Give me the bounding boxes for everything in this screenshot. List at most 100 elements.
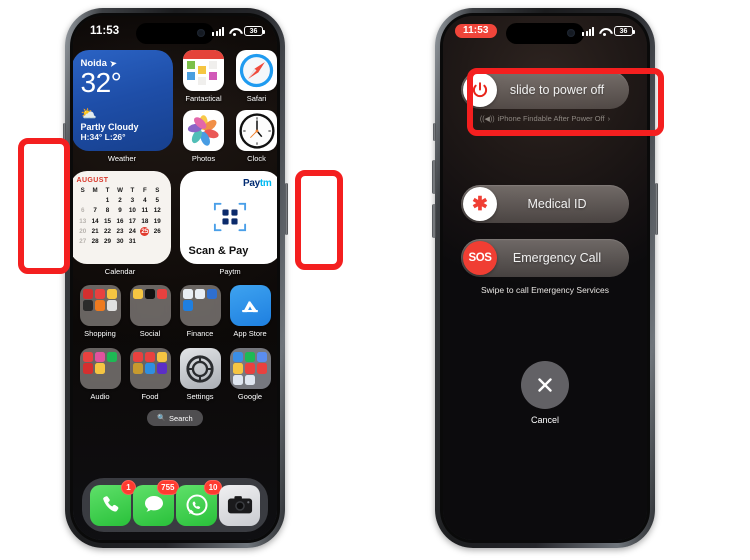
photos-icon [183, 110, 224, 151]
calendar-grid: S M T W T F S 1 2 3 4 5 6 7 8 9 10 11 12 13 14 15 16 17 18 19 20 21… [77, 186, 164, 247]
paytm-widget[interactable]: Paytm Scan & Pay [179, 171, 277, 264]
status-time-recording-pill: 11:53 [455, 23, 497, 39]
side-power-button[interactable] [284, 183, 288, 235]
calendar-day: 1 [105, 197, 110, 205]
calendar-day: 20 [79, 227, 87, 235]
settings-icon [179, 348, 221, 389]
cellular-signal-icon [212, 27, 224, 36]
calendar-day: 4 [143, 197, 147, 205]
calendar-day: 28 [91, 238, 99, 246]
calendar-day: 9 [118, 207, 122, 215]
sos-text: SOS [468, 252, 492, 264]
search-button[interactable]: 🔍 Search [147, 410, 203, 426]
calendar-day: 5 [155, 197, 160, 205]
calendar-day: 3 [130, 197, 135, 205]
partly-cloudy-icon: ⛅ [80, 106, 97, 122]
calendar-day [151, 237, 163, 247]
paytm-logo: Paytm [243, 178, 272, 189]
folder-food[interactable]: Food [129, 348, 171, 401]
calendar-day: 17 [128, 217, 136, 225]
power-menu: slide to power off ((◀)) iPhone Findable… [443, 16, 647, 540]
highlight-side-button [295, 170, 343, 270]
calendar-day [139, 237, 151, 247]
calendar-day: 7 [93, 207, 97, 215]
calendar-day: 23 [116, 227, 124, 235]
medical-id-slider[interactable]: ✱ Medical ID [461, 185, 629, 223]
calendar-day: 25 [139, 226, 151, 237]
app-label: Fantastical [185, 94, 222, 103]
silent-switch[interactable] [432, 123, 436, 141]
emergency-call-slider[interactable]: SOS Emergency Call [461, 239, 629, 277]
app-label: Settings [186, 392, 214, 401]
left-phone-frame: 11:53 36 Noida ➤ 32° ⛅ Partly Cloudy H:3… [62, 8, 288, 548]
app-settings[interactable]: Settings [179, 348, 221, 401]
folder-shopping[interactable]: Shopping [79, 285, 121, 338]
cancel-wrap: Cancel [461, 361, 629, 425]
medical-id-label: Medical ID [527, 197, 587, 211]
finance-folder-icon [179, 285, 221, 326]
app-store-icon [229, 285, 271, 326]
folder-audio[interactable]: Audio [79, 348, 121, 401]
weather-widget[interactable]: Noida ➤ 32° ⛅ Partly Cloudy H:34° L:26° [73, 50, 173, 151]
close-icon [538, 378, 552, 392]
wifi-icon [228, 27, 240, 36]
folder-finance[interactable]: Finance [179, 285, 221, 338]
volume-up-button[interactable] [62, 160, 66, 194]
app-safari[interactable]: Safari [235, 50, 277, 103]
app-app-store[interactable]: App Store [229, 285, 271, 338]
calendar-day [89, 196, 101, 206]
right-status-bar: 11:53 36 [443, 16, 647, 42]
app-fantastical[interactable]: Fantastical [182, 50, 226, 103]
silent-switch[interactable] [62, 123, 66, 141]
calendar-day: 2 [118, 197, 122, 205]
google-folder-icon [229, 348, 271, 389]
widget-row-1: Noida ➤ 32° ⛅ Partly Cloudy H:34° L:26° … [73, 50, 277, 163]
cancel-label: Cancel [530, 415, 559, 425]
volume-down-button[interactable] [62, 204, 66, 238]
status-indicators: 36 [212, 26, 265, 36]
volume-up-button[interactable] [432, 160, 436, 194]
folder-label: Google [237, 392, 263, 401]
folder-google[interactable]: Google [229, 348, 271, 401]
paytm-widget-label: Paytm [219, 267, 241, 276]
shopping-folder-icon [79, 285, 121, 326]
calendar-dow: W [117, 187, 123, 194]
power-slider-label: slide to power off [509, 83, 605, 97]
calendar-day: 18 [141, 217, 149, 225]
fantastical-icon [183, 50, 224, 91]
calendar-day: 8 [105, 207, 110, 215]
app-photos[interactable]: Photos [182, 110, 226, 163]
medical-slider-wrap: ✱ Medical ID [461, 185, 629, 223]
power-slider-wrap: slide to power off ((◀)) iPhone Findable… [461, 71, 629, 123]
slide-to-power-off-slider[interactable]: slide to power off [461, 71, 629, 109]
weather-temperature: 32° [80, 67, 122, 98]
weather-widget-label: Weather [107, 154, 137, 163]
chevron-right-icon: › [607, 114, 611, 123]
calendar-day: 19 [153, 217, 161, 225]
calendar-widget-label: Calendar [104, 267, 136, 276]
paytm-widget-wrap: Paytm Scan & Pay Paytm [179, 171, 277, 276]
clock-icon [236, 110, 277, 151]
findable-text: iPhone Findable After Power Off [497, 114, 605, 123]
left-phone-bezel: 11:53 36 Noida ➤ 32° ⛅ Partly Cloudy H:3… [70, 13, 280, 543]
folder-label: Audio [90, 392, 110, 401]
cancel-button[interactable] [521, 361, 569, 409]
weather-widget-wrap: Noida ➤ 32° ⛅ Partly Cloudy H:34° L:26° … [73, 50, 173, 163]
social-folder-icon [129, 285, 171, 326]
battery-icon: 36 [614, 26, 635, 36]
battery-level: 36 [619, 27, 628, 35]
app-clock[interactable]: Clock [235, 110, 277, 163]
calendar-day: 31 [128, 238, 136, 246]
screenshot-root: 11:53 36 Noida ➤ 32° ⛅ Partly Cloudy H:3… [0, 0, 750, 560]
sos-icon: SOS [463, 241, 497, 275]
side-power-button[interactable] [654, 183, 658, 235]
battery-icon: 36 [244, 26, 265, 36]
calendar-day: 26 [153, 227, 161, 235]
folder-social[interactable]: Social [129, 285, 171, 338]
calendar-widget[interactable]: AUGUST S M T W T F S 1 2 3 4 5 6 7 8 9 10 11 12 13 14 15 16 17 1… [73, 171, 171, 264]
paytm-scan-title: Scan & Pay [188, 245, 249, 257]
volume-down-button[interactable] [432, 204, 436, 238]
swipe-emergency-note: Swipe to call Emergency Services [480, 285, 610, 295]
calendar-day: 10 [128, 207, 136, 215]
findable-note[interactable]: ((◀)) iPhone Findable After Power Off › [461, 114, 629, 123]
